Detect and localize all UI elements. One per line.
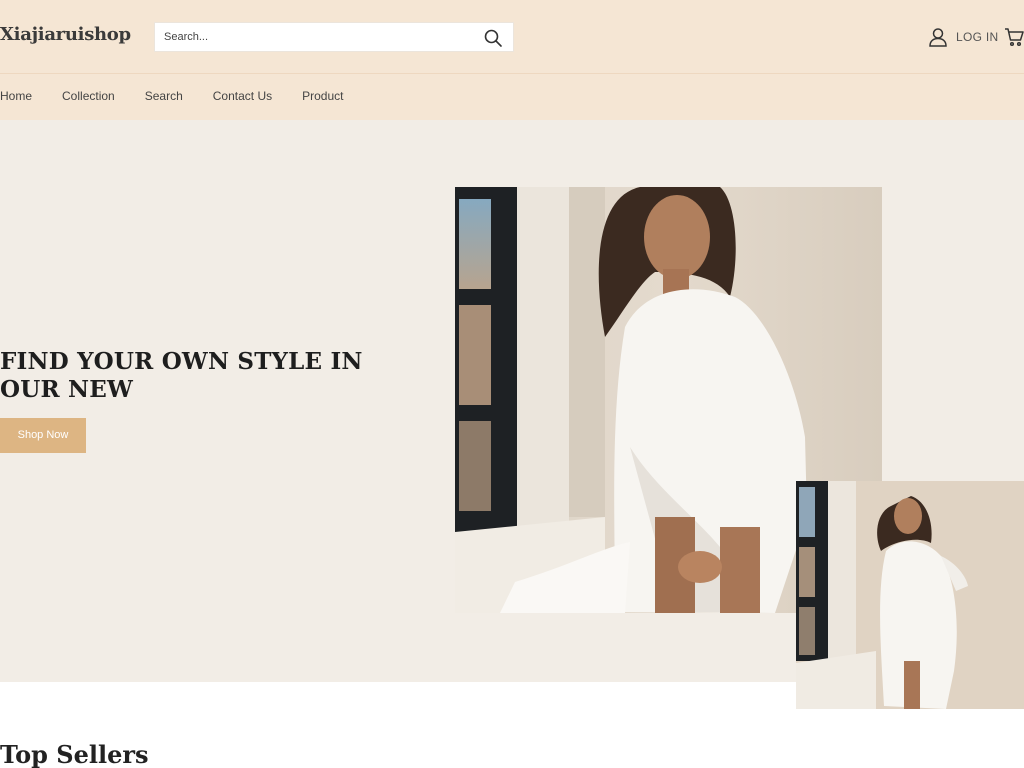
cart-icon[interactable] [1004, 27, 1024, 47]
login-label: LOG IN [956, 30, 999, 44]
search-input[interactable] [155, 23, 475, 51]
site-header: Xiajiaruishop LOG IN Home Collection [0, 0, 1024, 120]
search-bar [154, 22, 514, 52]
nav-item-product[interactable]: Product [302, 89, 343, 103]
search-icon[interactable] [483, 28, 503, 48]
shop-now-button[interactable]: Shop Now [0, 418, 86, 453]
header-divider [0, 73, 1024, 74]
top-sellers-heading: Top Sellers [0, 740, 149, 768]
hero-title: FIND YOUR OWN STYLE IN OUR NEW [0, 348, 363, 403]
user-icon [928, 27, 948, 47]
nav-item-search[interactable]: Search [145, 89, 183, 103]
hero-image-secondary [796, 481, 1024, 709]
nav-item-contact-us[interactable]: Contact Us [213, 89, 272, 103]
login-link[interactable]: LOG IN [928, 26, 998, 48]
nav-item-home[interactable]: Home [0, 89, 32, 103]
brand-logo[interactable]: Xiajiaruishop [0, 24, 131, 45]
main-nav: Home Collection Search Contact Us Produc… [0, 89, 373, 103]
nav-item-collection[interactable]: Collection [62, 89, 115, 103]
